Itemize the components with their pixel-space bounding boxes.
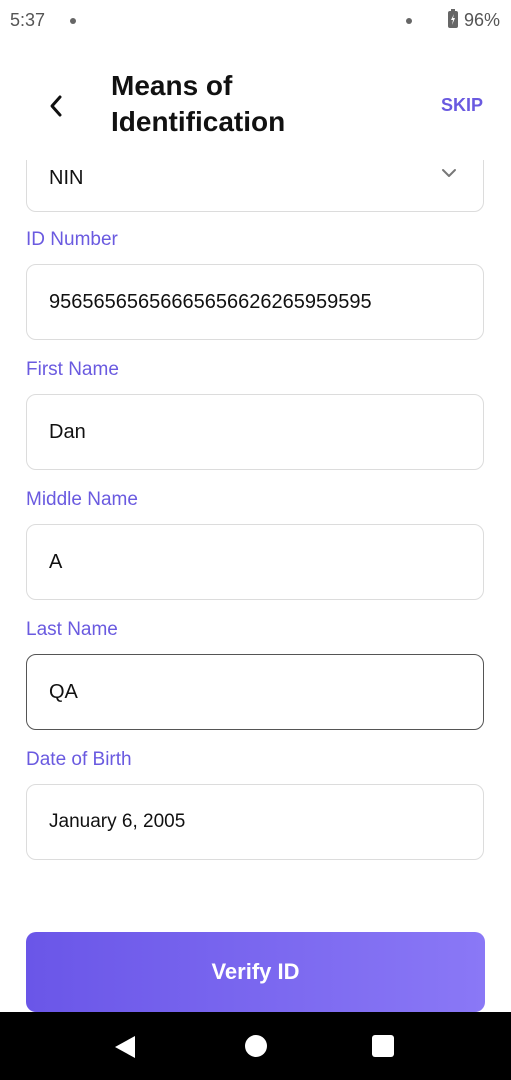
nav-home-icon[interactable] [245, 1035, 267, 1057]
nav-back-icon[interactable] [115, 1036, 135, 1058]
signal-dot-icon [406, 18, 412, 24]
dob-label: Date of Birth [26, 749, 132, 770]
page-header: Means of Identification SKIP [0, 40, 511, 160]
middle-name-label: Middle Name [26, 489, 138, 510]
page-title-line1: Means of [111, 70, 233, 101]
skip-button[interactable]: SKIP [441, 95, 483, 116]
id-type-value: NIN [49, 167, 84, 189]
id-number-field[interactable]: 956565656566656566262659595​95 [26, 264, 484, 340]
id-number-value: 956565656566656566262659595​95 [49, 291, 372, 313]
chevron-left-icon [50, 95, 62, 117]
nav-recents-icon[interactable] [372, 1035, 394, 1057]
status-time: 5:37 [10, 10, 46, 30]
middle-name-value: A [49, 551, 63, 573]
battery-percent: 96% [464, 10, 501, 30]
first-name-value: Dan [49, 421, 86, 443]
last-name-value: QA [49, 681, 78, 703]
dob-value: January 6, 2005 [49, 811, 186, 832]
verify-id-button[interactable]: Verify ID [26, 932, 485, 1012]
first-name-label: First Name [26, 359, 119, 380]
dob-field[interactable]: January 6, 2005 [26, 784, 484, 860]
chevron-down-icon [442, 169, 456, 177]
battery-charging-icon [448, 9, 458, 28]
form-scroll-area[interactable]: NIN ID Number 95656565656665656626265959… [0, 160, 511, 860]
id-type-select[interactable]: NIN [26, 160, 484, 212]
first-name-field[interactable]: Dan [26, 394, 484, 470]
page-title-line2: Identification [111, 106, 286, 137]
status-bar: 5:37 96% [0, 0, 511, 40]
id-number-label: ID Number [26, 229, 118, 250]
back-button[interactable] [40, 90, 72, 122]
last-name-label: Last Name [26, 619, 118, 640]
page-title: Means of Identification [111, 68, 371, 140]
notification-dot-icon [70, 18, 76, 24]
last-name-field[interactable]: QA [26, 654, 484, 730]
system-nav-bar [0, 1012, 511, 1080]
middle-name-field[interactable]: A [26, 524, 484, 600]
